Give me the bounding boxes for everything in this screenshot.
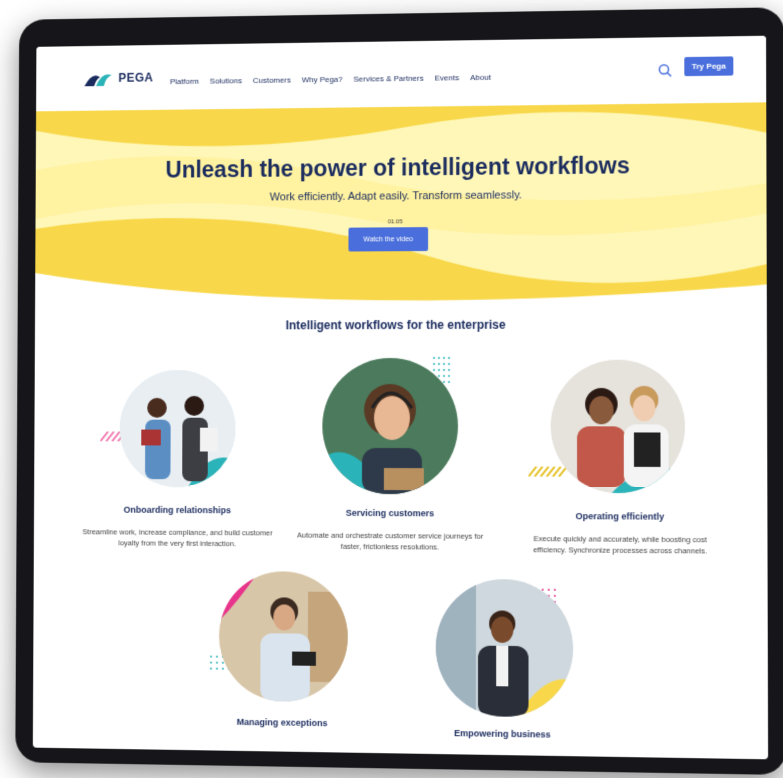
card-title-empowering: Empowering business xyxy=(454,728,551,740)
servicing-photo xyxy=(322,357,459,495)
nav-item-solutions[interactable]: Solutions xyxy=(210,76,242,85)
watch-video-button[interactable]: Watch the video xyxy=(348,227,429,252)
card-desc-operating: Execute quickly and accurately, while bo… xyxy=(533,534,708,556)
card-desc-onboarding: Streamline work, increase compliance, an… xyxy=(82,527,273,549)
operating-photo xyxy=(550,359,686,494)
card-title-operating: Operating efficiently xyxy=(575,511,665,522)
card-desc-servicing: Automate and orchestrate customer servic… xyxy=(297,530,484,552)
search-icon[interactable] xyxy=(658,63,672,77)
nav-item-services-partners[interactable]: Services & Partners xyxy=(353,74,423,84)
exceptions-photo xyxy=(218,570,348,703)
main-menu: Platform Solutions Customers Why Pega? S… xyxy=(170,73,491,86)
card-title-exceptions: Managing exceptions xyxy=(236,716,328,729)
section-title: Intelligent workflows for the enterprise xyxy=(285,317,506,333)
pega-logo-icon xyxy=(84,74,112,87)
nav-item-about[interactable]: About xyxy=(470,73,491,82)
top-nav: PEGA Platform Solutions Customers Why Pe… xyxy=(36,35,767,112)
try-pega-button[interactable]: Try Pega xyxy=(684,56,734,77)
device-frame: PEGA Platform Solutions Customers Why Pe… xyxy=(15,7,783,775)
card-title-servicing: Servicing customers xyxy=(345,507,435,519)
nav-item-customers[interactable]: Customers xyxy=(253,76,291,85)
nav-item-platform[interactable]: Platform xyxy=(170,77,199,86)
stage: PEGA Platform Solutions Customers Why Pe… xyxy=(0,0,783,778)
card-title-onboarding: Onboarding relationships xyxy=(123,504,231,516)
nav-item-why-pega[interactable]: Why Pega? xyxy=(302,75,343,84)
pega-logo[interactable]: PEGA xyxy=(84,69,153,88)
onboarding-photo xyxy=(119,370,236,488)
nav-item-events[interactable]: Events xyxy=(435,73,459,82)
brand-name: PEGA xyxy=(118,70,154,85)
hero-banner: Unleash the power of intelligent workflo… xyxy=(35,102,767,308)
hero-background xyxy=(35,102,767,308)
empowering-photo xyxy=(435,578,574,718)
browser-viewport: PEGA Platform Solutions Customers Why Pe… xyxy=(32,35,769,760)
